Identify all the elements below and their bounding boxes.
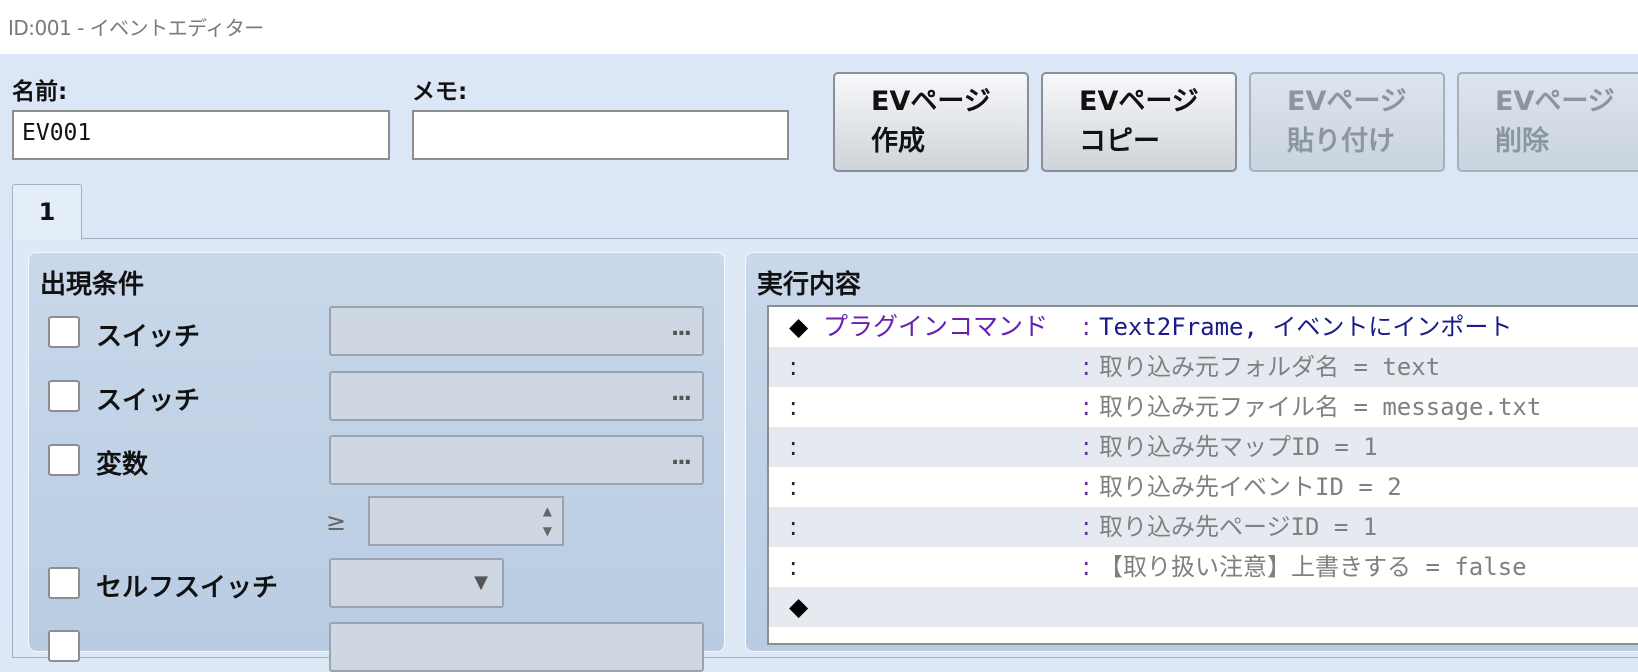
delete-page-button-line2: 削除 (1495, 126, 1549, 157)
delete-page-button[interactable]: EVページ 削除 (1457, 72, 1638, 172)
command-text: Text2Frame, イベントにインポート (1099, 313, 1513, 341)
selfswitch-dropdown[interactable]: ▼ (329, 558, 504, 608)
command-text: 【取り扱い注意】上書きする = false (1099, 553, 1527, 581)
command-row[interactable]: : : 取り込み元ファイル名 = message.txt (769, 387, 1638, 427)
name-input[interactable]: EV001 (12, 110, 390, 160)
command-marker: ◆ (789, 312, 809, 341)
command-text: 取り込み先ページID = 1 (1099, 513, 1378, 541)
variable-value-spinner[interactable]: ▲ ▼ (368, 496, 564, 546)
copy-page-button-line2: コピー (1079, 126, 1160, 157)
paste-page-button-line1: EVページ (1287, 86, 1407, 117)
copy-page-button-line1: EVページ (1079, 86, 1199, 117)
command-text: 取り込み先イベントID = 2 (1099, 473, 1402, 501)
tab-page-1[interactable]: 1 (12, 184, 82, 240)
command-separator: : (1082, 472, 1091, 501)
create-page-button[interactable]: EVページ 作成 (833, 72, 1029, 172)
command-separator: : (1082, 392, 1091, 421)
switch1-browse-icon: ... (670, 316, 692, 341)
create-page-button-line1: EVページ (871, 86, 991, 117)
command-row[interactable]: : : 取り込み先マップID = 1 (769, 427, 1638, 467)
window-title: ID:001 - イベントエディター (8, 16, 264, 40)
variable-label: 変数 (96, 450, 149, 480)
switch2-checkbox[interactable] (48, 380, 80, 412)
name-label: 名前: (12, 79, 68, 105)
selfswitch-label: セルフスイッチ (96, 573, 279, 603)
paste-page-button-line2: 貼り付け (1287, 126, 1395, 157)
title-bar: ID:001 - イベントエディター (0, 0, 1638, 54)
switch1-label: スイッチ (96, 322, 201, 352)
command-marker: : (789, 472, 798, 501)
switch1-checkbox[interactable] (48, 316, 80, 348)
switch2-label: スイッチ (96, 386, 201, 416)
switch2-field[interactable]: ... (329, 371, 704, 421)
command-separator: : (1082, 512, 1091, 541)
contents-title: 実行内容 (757, 270, 862, 300)
paste-page-button[interactable]: EVページ 貼り付け (1249, 72, 1445, 172)
memo-input[interactable] (412, 110, 789, 160)
command-marker: : (789, 432, 798, 461)
command-marker: : (789, 552, 798, 581)
command-marker: : (789, 392, 798, 421)
command-separator: : (1082, 552, 1091, 581)
command-row[interactable]: : : 【取り扱い注意】上書きする = false (769, 547, 1638, 587)
command-separator: : (1082, 312, 1091, 341)
command-name: プラグインコマンド (823, 312, 1049, 341)
spin-down-icon[interactable]: ▼ (543, 524, 552, 538)
create-page-button-line2: 作成 (871, 126, 925, 157)
command-text: 取り込み元フォルダ名 = text (1099, 353, 1441, 381)
variable-checkbox[interactable] (48, 444, 80, 476)
command-marker: : (789, 512, 798, 541)
command-marker: ◆ (789, 592, 809, 621)
command-text: 取り込み先マップID = 1 (1099, 433, 1378, 461)
command-list[interactable]: ◆ プラグインコマンド : Text2Frame, イベントにインポート : :… (767, 305, 1638, 645)
switch2-browse-icon: ... (670, 381, 692, 406)
switch1-field[interactable]: ... (329, 306, 704, 356)
variable-field[interactable]: ... (329, 435, 704, 485)
greater-equal-symbol: ≥ (326, 508, 347, 536)
selfswitch-checkbox[interactable] (48, 567, 80, 599)
command-separator: : (1082, 432, 1091, 461)
dropdown-arrow-icon: ▼ (474, 572, 488, 593)
command-marker: : (789, 352, 798, 381)
copy-page-button[interactable]: EVページ コピー (1041, 72, 1237, 172)
command-row[interactable]: : : 取り込み先ページID = 1 (769, 507, 1638, 547)
conditions-title: 出現条件 (40, 270, 145, 300)
memo-label: メモ: (412, 79, 468, 105)
item-field[interactable] (329, 622, 704, 672)
variable-browse-icon: ... (670, 445, 692, 470)
command-row[interactable]: : : 取り込み元フォルダ名 = text (769, 347, 1638, 387)
delete-page-button-line1: EVページ (1495, 86, 1615, 117)
command-row[interactable]: : : 取り込み先イベントID = 2 (769, 467, 1638, 507)
spin-up-icon[interactable]: ▲ (543, 504, 552, 518)
item-checkbox[interactable] (48, 630, 80, 662)
command-row[interactable]: ◆ (769, 587, 1638, 627)
command-text: 取り込み元ファイル名 = message.txt (1099, 393, 1542, 421)
command-row[interactable]: ◆ プラグインコマンド : Text2Frame, イベントにインポート (769, 307, 1638, 347)
command-separator: : (1082, 352, 1091, 381)
